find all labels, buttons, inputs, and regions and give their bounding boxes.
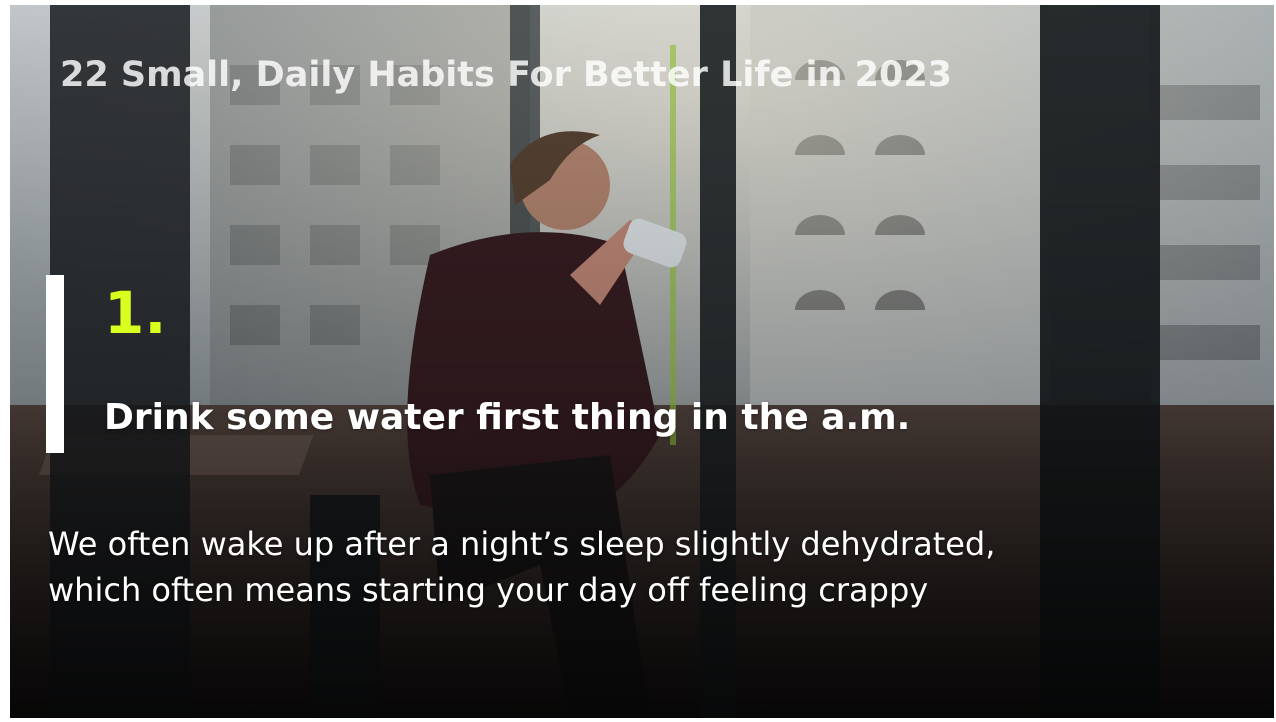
video-title: 22 Small, Daily Habits For Better Life i… xyxy=(60,55,953,95)
habit-description: We often wake up after a night’s sleep s… xyxy=(48,521,995,613)
description-line: which often means starting your day off … xyxy=(48,571,929,609)
video-frame[interactable]: 22 Small, Daily Habits For Better Life i… xyxy=(10,5,1274,718)
description-line: We often wake up after a night’s sleep s… xyxy=(48,525,996,563)
habit-number: 1. xyxy=(104,279,167,347)
accent-bar xyxy=(46,275,64,453)
habit-heading: Drink some water first thing in the a.m. xyxy=(104,397,911,438)
